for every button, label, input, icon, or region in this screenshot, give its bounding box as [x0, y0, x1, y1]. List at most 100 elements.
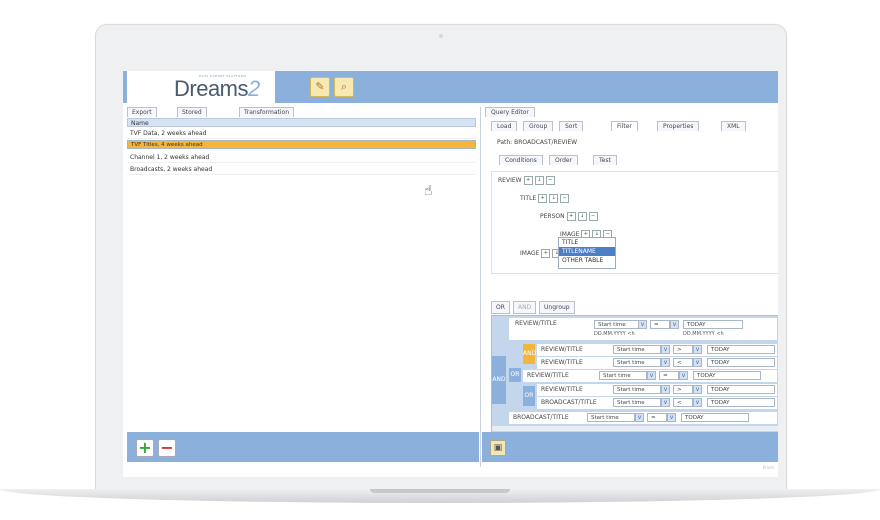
attribute-select[interactable]: Start time — [613, 398, 661, 407]
minus-icon[interactable]: − — [158, 439, 176, 457]
list-item[interactable]: Channel 1, 2 weeks ahead — [127, 152, 476, 163]
ungroup-button[interactable]: Ungroup — [539, 301, 575, 314]
chevron-down-icon[interactable]: v — [661, 358, 670, 367]
condition-field: REVIEW/TITLE — [541, 359, 583, 366]
tree-node[interactable]: REVIEW + ↓ − — [498, 176, 555, 185]
tab-conditions[interactable]: Conditions — [499, 155, 543, 165]
horizontal-scrollbar[interactable] — [492, 426, 778, 431]
value-input[interactable]: TODAY — [707, 358, 775, 367]
or-button[interactable]: OR — [491, 301, 510, 314]
group-and-outer[interactable]: AND — [492, 356, 506, 404]
menu-item-other-table[interactable]: OTHER TABLE — [559, 256, 615, 265]
operator-select[interactable]: < — [673, 398, 693, 407]
list-item[interactable]: TVF Data, 2 weeks ahead — [127, 128, 476, 139]
attribute-select[interactable]: Start time — [587, 413, 635, 422]
operator-select[interactable]: > — [673, 345, 693, 354]
condition-row[interactable]: REVIEW/TITLE Start time v < v TODAY — [537, 357, 777, 369]
minus-icon[interactable]: − — [545, 176, 555, 185]
condition-row[interactable]: REVIEW/TITLE Start time v = v TODAY — [523, 370, 777, 382]
chevron-down-icon[interactable]: v — [693, 345, 702, 354]
tab-export-list[interactable]: Export list — [127, 107, 157, 125]
condition-row[interactable]: REVIEW/TITLE Start time v > v TODAY — [537, 344, 777, 356]
value-input[interactable]: TODAY — [707, 385, 775, 394]
left-panel: Export list Stored Query Transformation … — [127, 107, 477, 467]
app-logo: Dreams2 — [174, 76, 260, 102]
chevron-down-icon[interactable]: v — [679, 371, 688, 380]
group-and-inner[interactable]: AND — [523, 344, 536, 364]
tab-xml[interactable]: XML — [721, 121, 746, 131]
plus-icon[interactable]: + — [538, 194, 548, 203]
minus-icon[interactable]: − — [560, 194, 570, 203]
date-hint: DD.MM.YYYY <h — [683, 331, 724, 337]
header-banner: DATA EXPORT PLATFORM Dreams2 ✎ ⌕ — [123, 71, 778, 103]
panel-divider[interactable] — [480, 107, 481, 467]
operator-select[interactable]: = — [647, 413, 667, 422]
chevron-down-icon[interactable]: v — [661, 345, 670, 354]
tab-transformation-rules[interactable]: Transformation Rules — [239, 107, 295, 125]
tree-label: PERSON — [540, 213, 565, 220]
tab-stored-query[interactable]: Stored Query — [177, 107, 207, 125]
attribute-select[interactable]: Start time — [599, 371, 647, 380]
and-button[interactable]: AND — [513, 301, 537, 314]
chevron-down-icon[interactable]: v — [661, 398, 670, 407]
condition-field: REVIEW/TITLE — [527, 372, 569, 379]
attribute-select[interactable]: Start time — [613, 385, 661, 394]
plus-icon[interactable]: + — [541, 249, 551, 258]
down-icon[interactable]: ↓ — [534, 176, 544, 185]
plus-icon[interactable]: + — [566, 212, 576, 221]
tab-order[interactable]: Order — [549, 155, 579, 165]
condition-row[interactable]: BROADCAST/TITLE Start time v < v TODAY — [537, 397, 777, 409]
group-or[interactable]: OR — [509, 368, 521, 382]
menu-item-titlename[interactable]: TITLENAME — [559, 247, 615, 256]
condition-row[interactable]: REVIEW/TITLE Start time v = v TODAY DD.M… — [509, 318, 777, 340]
value-input[interactable]: TODAY — [693, 371, 761, 380]
minus-icon[interactable]: − — [588, 212, 598, 221]
operator-select[interactable]: > — [673, 385, 693, 394]
attribute-select[interactable]: Start time — [613, 358, 661, 367]
tab-group[interactable]: Group — [523, 121, 554, 131]
chevron-down-icon[interactable]: v — [638, 320, 647, 329]
chevron-down-icon[interactable]: v — [661, 385, 670, 394]
value-input[interactable]: TODAY — [707, 345, 775, 354]
group-or-inner[interactable]: OR — [523, 386, 535, 406]
down-icon[interactable]: ↓ — [577, 212, 587, 221]
chevron-down-icon[interactable]: v — [693, 358, 702, 367]
camera-dot — [439, 34, 443, 38]
tab-load[interactable]: Load — [491, 121, 518, 131]
tab-sort[interactable]: Sort — [559, 121, 584, 131]
list-item[interactable]: Broadcasts, 2 weeks ahead — [127, 164, 476, 175]
chevron-down-icon[interactable]: v — [670, 320, 679, 329]
chevron-down-icon[interactable]: v — [667, 413, 676, 422]
conditions-grid: AND AND OR OR REVIEW/TITLE Start time v … — [491, 315, 778, 433]
tree-node[interactable]: TITLE + ↓ − — [520, 194, 570, 203]
menu-item-title[interactable]: TITLE — [559, 238, 615, 247]
tab-properties[interactable]: Properties — [657, 121, 700, 131]
operator-select[interactable]: = — [650, 320, 670, 329]
tree-node[interactable]: PERSON + ↓ − — [540, 212, 598, 221]
search-document-icon[interactable]: ⌕ — [334, 77, 354, 97]
path-label: Path: BROADCAST/REVIEW — [497, 139, 578, 146]
condition-row[interactable]: BROADCAST/TITLE Start time v = v TODAY — [509, 412, 777, 424]
list-item-selected[interactable]: TVF Titles, 4 weeks ahead — [127, 140, 476, 149]
condition-field: REVIEW/TITLE — [541, 346, 583, 353]
chevron-down-icon[interactable]: v — [647, 371, 656, 380]
tab-query-editor[interactable]: Query Editor — [485, 107, 535, 117]
save-icon[interactable]: ▣ — [490, 440, 506, 456]
chevron-down-icon[interactable]: v — [693, 398, 702, 407]
left-footer-bar: + − — [127, 432, 479, 462]
down-icon[interactable]: ↓ — [549, 194, 559, 203]
chevron-down-icon[interactable]: v — [635, 413, 644, 422]
operator-select[interactable]: < — [673, 358, 693, 367]
operator-select[interactable]: = — [659, 371, 679, 380]
attribute-select[interactable]: Start time — [613, 345, 661, 354]
value-input[interactable]: TODAY — [681, 413, 749, 422]
chevron-down-icon[interactable]: v — [693, 385, 702, 394]
folder-icon[interactable]: ✎ — [310, 77, 330, 97]
plus-icon[interactable]: + — [523, 176, 533, 185]
value-input[interactable]: TODAY — [707, 398, 775, 407]
tab-test[interactable]: Test — [593, 155, 617, 165]
condition-row[interactable]: REVIEW/TITLE Start time v > v TODAY — [537, 384, 777, 396]
plus-icon[interactable]: + — [136, 439, 154, 457]
tab-filter[interactable]: Filter — [611, 121, 638, 131]
right-footer-bar: ▣ — [482, 432, 778, 462]
